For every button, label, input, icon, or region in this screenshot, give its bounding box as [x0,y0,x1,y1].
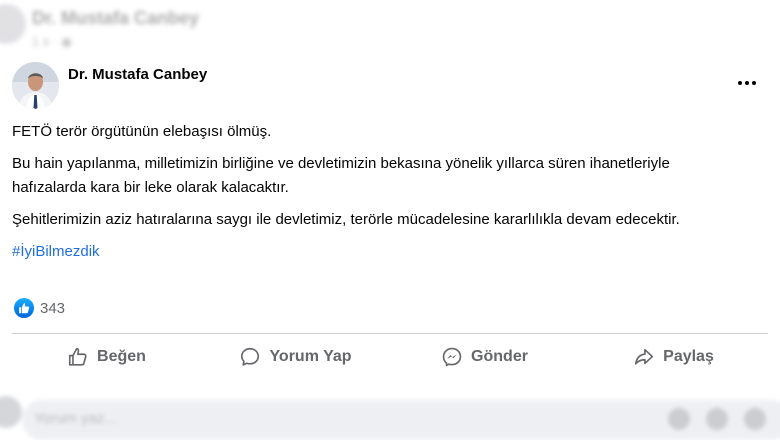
author-avatar[interactable] [12,62,59,109]
post-body: FETÖ terör örgütünün elebaşısı ölmüş. Bu… [12,120,732,264]
share-arrow-icon [635,348,654,365]
post-actions-bar: Beğen Yorum Yap Gönder Paylaş [12,337,768,377]
camera-icon[interactable] [744,408,766,430]
post-paragraph: FETÖ terör örgütünün elebaşısı ölmüş. [12,123,272,140]
like-reaction-icon [14,298,34,318]
comment-button[interactable]: Yorum Yap [201,337,390,377]
like-label: Beğen [97,348,146,365]
more-icon [738,81,742,85]
previous-post-author: Dr. Mustafa Canbey [32,8,200,28]
previous-post-header: Dr. Mustafa Canbey 1 s · ◉ [0,0,780,56]
send-label: Gönder [471,348,528,365]
messenger-icon [442,347,462,367]
more-icon-dot [745,81,749,85]
actions-divider [12,333,768,334]
send-button[interactable]: Gönder [390,337,579,377]
previous-post-avatar [0,4,26,44]
comment-placeholder: Yorum yaz... [34,410,117,427]
comment-input[interactable] [22,400,780,440]
sticker-icon[interactable] [668,408,690,430]
comment-composer: Yorum yaz... [0,382,780,440]
reaction-count: 343 [40,299,66,317]
post-paragraph: Şehitlerimizin aziz hatıralarına saygı i… [12,211,680,228]
share-button[interactable]: Paylaş [579,337,768,377]
reaction-summary[interactable]: 343 [14,298,65,318]
composer-avatar [0,396,22,428]
avatar-photo [12,62,59,109]
post-author-name[interactable]: Dr. Mustafa Canbey [68,66,207,83]
share-label: Paylaş [663,348,714,365]
comment-bubble-icon [241,347,260,366]
post-paragraph: Bu hain yapılanma, milletimizin birliğin… [12,155,670,196]
hashtag-link[interactable]: #İyiBilmezdik [12,240,732,264]
emoji-icon[interactable] [706,408,728,430]
thumbs-up-icon [68,347,87,366]
previous-post-meta: 1 s · ◉ [32,34,73,49]
comment-label: Yorum Yap [269,348,352,365]
more-icon-dot [752,81,756,85]
more-options-button[interactable] [733,72,761,94]
like-button[interactable]: Beğen [12,337,201,377]
